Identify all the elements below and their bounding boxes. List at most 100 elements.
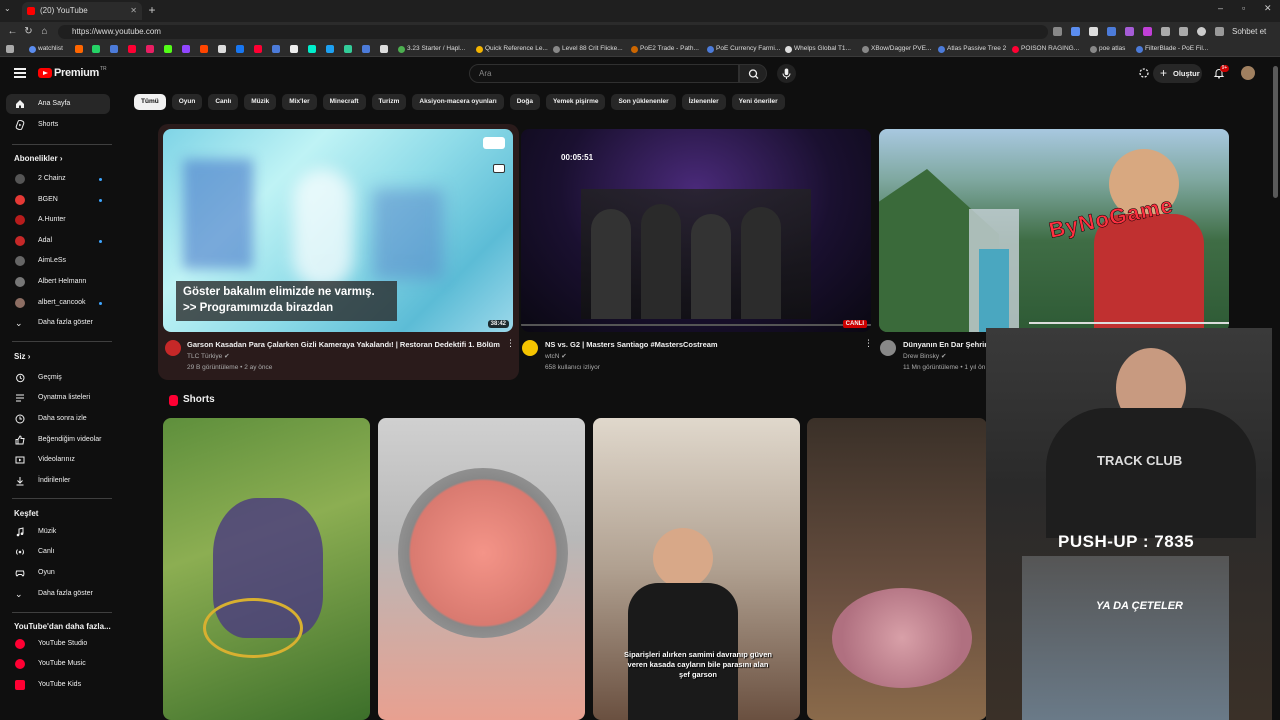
captions-icon[interactable]: [493, 164, 505, 173]
chip[interactable]: Canlı: [208, 94, 239, 110]
mute-icon[interactable]: [483, 137, 505, 149]
bookmark-icon[interactable]: [362, 45, 370, 53]
subscriptions-heading[interactable]: Abonelikler ›: [14, 154, 62, 163]
extension-icon[interactable]: [1125, 27, 1134, 36]
bookmark-atlas-tree[interactable]: Atlas Passive Tree 2: [938, 44, 1006, 54]
sidebar-sub-item[interactable]: 2 Chainz: [6, 169, 110, 189]
chip[interactable]: Tümü: [134, 94, 166, 110]
sidebar-item-music-app[interactable]: YouTube Music: [6, 654, 110, 674]
menu-icon[interactable]: [14, 68, 26, 78]
kick-icon[interactable]: [164, 45, 172, 53]
bookmark-xbow[interactable]: XBow/Dagger PVE...: [862, 44, 931, 54]
extension-icon[interactable]: [1089, 27, 1098, 36]
short-card[interactable]: [378, 418, 585, 720]
new-tab-icon[interactable]: +: [145, 3, 159, 17]
facebook-icon[interactable]: [236, 45, 244, 53]
sidebar-sub-item[interactable]: Albert Helmann: [6, 272, 110, 292]
reddit-icon[interactable]: [200, 45, 208, 53]
bookmark-currency[interactable]: PoE Currency Farmi...: [707, 44, 780, 54]
short-card[interactable]: [807, 418, 987, 720]
channel-name[interactable]: TLC Türkiye ✔: [187, 352, 230, 360]
bookmark-icon[interactable]: [254, 45, 262, 53]
sidebar-item-downloads[interactable]: İndirilenler: [6, 471, 110, 491]
sidebar-item-kids[interactable]: YouTube Kids: [6, 675, 110, 695]
chip[interactable]: Yeni öneriler: [731, 94, 785, 110]
sidebar-item-history[interactable]: Geçmiş: [6, 368, 110, 388]
chip[interactable]: Aksiyon-macera oyunları: [412, 94, 504, 110]
youtube-logo[interactable]: Premium TR: [38, 66, 107, 79]
twitch-icon[interactable]: [182, 45, 190, 53]
sidebar-sub-item[interactable]: Adal: [6, 231, 110, 251]
sidebar-sub-item[interactable]: BGEN: [6, 190, 110, 210]
chip[interactable]: Doğa: [509, 94, 540, 110]
chip[interactable]: Yemek pişirme: [545, 94, 606, 110]
close-tab-icon[interactable]: ✕: [130, 2, 137, 20]
address-bar[interactable]: https://www.youtube.com: [58, 25, 1048, 39]
bookmark-icon[interactable]: [75, 45, 83, 53]
sidebar-item-playlists[interactable]: Oynatma listeleri: [6, 388, 110, 408]
video-thumbnail[interactable]: 00:05:51 CANLI: [521, 129, 871, 332]
sidebar-item-watch-later[interactable]: Daha sonra izle: [6, 409, 110, 429]
extension-icon[interactable]: [1161, 27, 1170, 36]
apps-icon[interactable]: [6, 45, 14, 53]
video-title[interactable]: NS vs. G2 | Masters Santiago #MastersCos…: [545, 340, 845, 349]
home-nav-icon[interactable]: ⌂: [38, 25, 51, 38]
bookmark-icon[interactable]: [308, 45, 316, 53]
scrollbar-thumb[interactable]: [1273, 66, 1278, 198]
sidebar-item-music[interactable]: Müzik: [6, 522, 110, 542]
show-more-explore-button[interactable]: ⌄ Daha fazla göster: [6, 584, 110, 604]
bookmark-poison[interactable]: POISON RAGING...: [1012, 44, 1079, 54]
sidebar-item-studio[interactable]: YouTube Studio: [6, 634, 110, 654]
chat-button[interactable]: Sohbet et: [1232, 25, 1266, 38]
sidebar-item-home[interactable]: Ana Sayfa: [6, 94, 110, 114]
extension-icon[interactable]: [1143, 27, 1152, 36]
bookmark-star-icon[interactable]: [1071, 27, 1080, 36]
back-icon[interactable]: ←: [6, 25, 19, 38]
chip[interactable]: Minecraft: [322, 94, 366, 110]
x-icon[interactable]: [218, 45, 226, 53]
bookmark-icon[interactable]: [326, 45, 334, 53]
profile-icon[interactable]: [1197, 27, 1206, 36]
sidebar-item-liked[interactable]: Beğendiğim videolar: [6, 430, 110, 450]
bookmark-starter[interactable]: 3.23 Starter / Hapl...: [398, 44, 465, 54]
video-title[interactable]: Garson Kasadan Para Çalarken Gizli Kamer…: [187, 340, 502, 349]
chip[interactable]: Turizm: [371, 94, 407, 110]
sidebar-item-shorts[interactable]: Shorts: [6, 115, 110, 135]
bookmark-icon[interactable]: [272, 45, 280, 53]
chip[interactable]: Oyun: [171, 94, 203, 110]
video-title[interactable]: Dünyanın En Dar Şehrinde: [903, 340, 993, 349]
create-button[interactable]: + Oluştur: [1153, 64, 1202, 83]
voice-search-button[interactable]: [777, 64, 796, 83]
bookmark-level88[interactable]: Level 88 Crit Flicke...: [553, 44, 623, 54]
more-options-icon[interactable]: ⋮: [864, 338, 873, 349]
channel-name[interactable]: wtcN ✔: [545, 352, 567, 360]
whatsapp-icon[interactable]: [92, 45, 100, 53]
tab-search-icon[interactable]: ⌄: [4, 4, 16, 16]
bookmark-icon[interactable]: [110, 45, 118, 53]
chip[interactable]: Son yüklenenler: [611, 94, 676, 110]
extension-icon[interactable]: [1107, 27, 1116, 36]
extension-icon[interactable]: [1053, 27, 1062, 36]
bookmark-watchlist[interactable]: watchlist: [29, 44, 63, 54]
youtube-icon[interactable]: [128, 45, 136, 53]
bookmark-whelps[interactable]: Whelps Global T1...: [785, 44, 851, 54]
chip[interactable]: İzlenenler: [681, 94, 726, 110]
channel-avatar[interactable]: [165, 340, 181, 356]
browser-tab[interactable]: (20) YouTube ✕: [22, 2, 142, 20]
search-button[interactable]: [739, 64, 767, 83]
menu-dots-icon[interactable]: [1215, 27, 1224, 36]
short-card[interactable]: [163, 418, 370, 720]
sidebar-item-your-videos[interactable]: Videolarınız: [6, 450, 110, 470]
sidebar-item-live[interactable]: Canlı: [6, 542, 110, 562]
channel-name[interactable]: Drew Binsky ✔: [903, 352, 946, 360]
bookmark-icon[interactable]: [380, 45, 388, 53]
bookmark-poe2-trade[interactable]: PoE2 Trade - Path...: [631, 44, 699, 54]
extension-icon[interactable]: [1179, 27, 1188, 36]
bookmark-icon[interactable]: [344, 45, 352, 53]
sidebar-item-gaming[interactable]: Oyun: [6, 563, 110, 583]
cast-icon[interactable]: [1138, 67, 1150, 79]
chip[interactable]: Mix'ler: [282, 94, 317, 110]
sidebar-sub-item[interactable]: albert_cancook: [6, 293, 110, 313]
more-options-icon[interactable]: ⋮: [506, 338, 515, 349]
you-heading[interactable]: Siz ›: [14, 352, 30, 361]
